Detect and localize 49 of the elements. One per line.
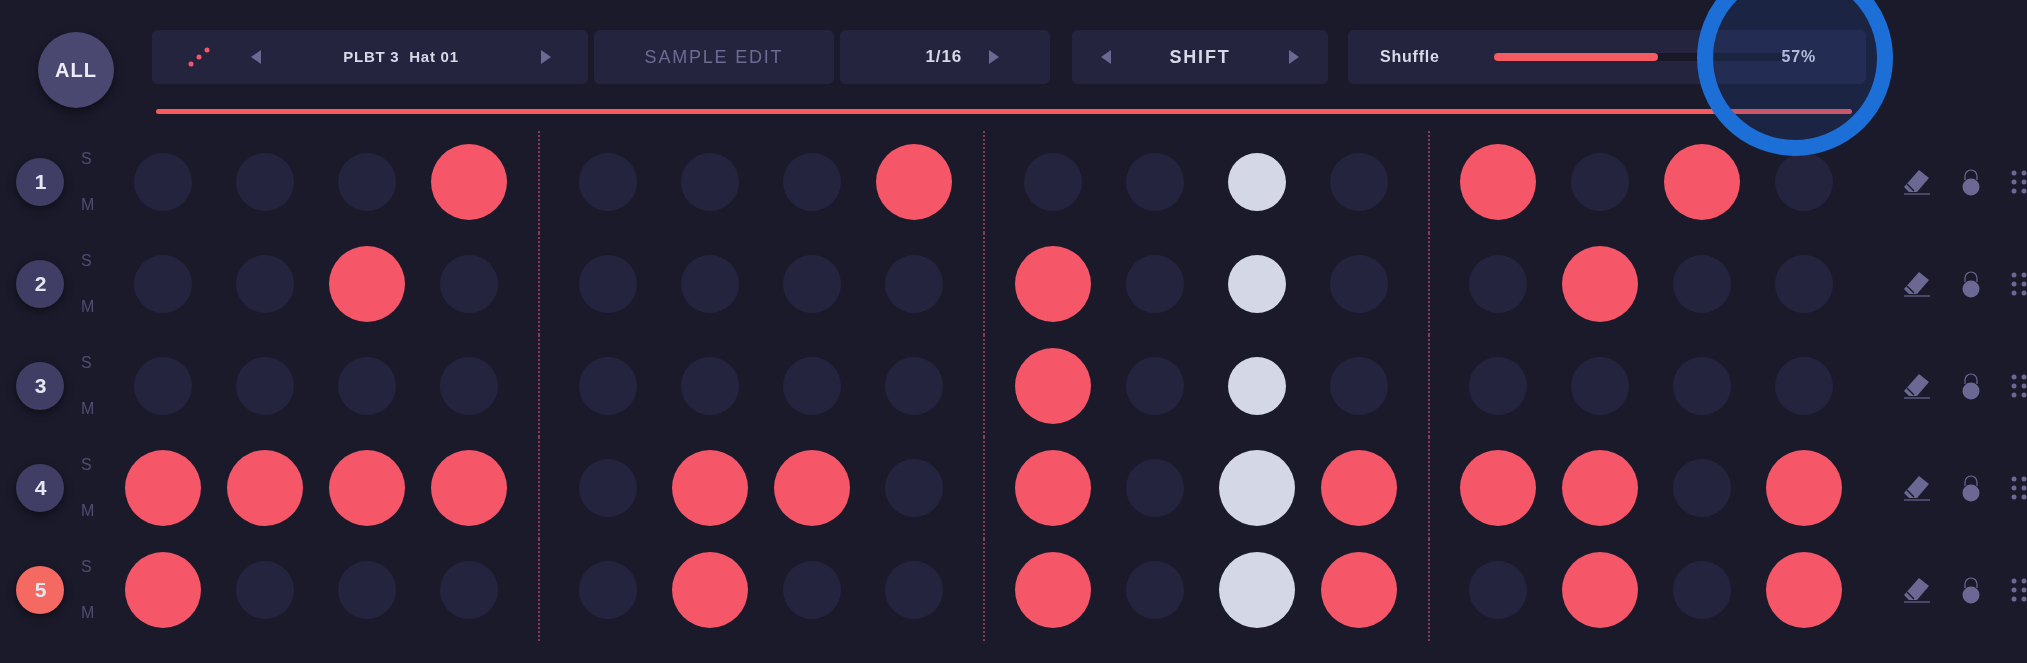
mute-button[interactable]: M [80,499,95,523]
eraser-icon[interactable] [1903,373,1931,399]
track-button[interactable]: 2 [16,260,65,308]
drag-handle-icon[interactable] [2011,578,2027,602]
lock-icon[interactable] [1961,474,1981,502]
right-arrow-icon[interactable] [1288,49,1300,65]
right-arrow-icon[interactable] [988,49,1000,65]
shuffle-slider[interactable] [1494,53,1782,61]
resolution-value: 1/16 [925,46,962,69]
solo-button[interactable]: S [80,453,92,477]
all-button[interactable]: ALL [38,32,114,108]
lock-icon[interactable] [1961,576,1981,604]
step-pad[interactable] [1228,153,1286,211]
lock-icon[interactable] [1961,270,1981,298]
eraser-icon[interactable] [1903,271,1931,297]
right-arrow-icon[interactable] [540,49,552,65]
track-button[interactable]: 5 [16,566,65,614]
left-arrow-icon[interactable] [1100,49,1112,65]
mute-button[interactable]: M [80,295,95,319]
eraser-icon[interactable] [1903,475,1931,501]
lock-icon[interactable] [1961,372,1981,400]
mute-button[interactable]: M [80,193,95,217]
eraser-icon[interactable] [1903,169,1931,195]
solo-button[interactable]: S [80,147,92,171]
drag-handle-icon[interactable] [2011,272,2027,296]
resolution-panel[interactable]: 1/16 [840,30,1050,84]
eraser-icon[interactable] [1903,577,1931,603]
track-button[interactable]: 4 [16,464,65,512]
step-pad[interactable] [1228,255,1286,313]
drag-handle-icon[interactable] [2011,476,2027,500]
solo-button[interactable]: S [80,351,92,375]
mode-value: SHIFT [1169,45,1231,69]
mute-button[interactable]: M [80,397,95,421]
solo-button[interactable]: S [80,249,92,273]
track-button[interactable]: 3 [16,362,65,410]
step-pad[interactable] [1228,357,1286,415]
lock-icon[interactable] [1961,168,1981,196]
shuffle-value: 57% [1781,47,1816,67]
dots-icon [188,47,210,67]
mode-panel[interactable]: SHIFT [1072,30,1328,84]
sample-edit-button[interactable]: SAMPLE EDIT [594,30,834,84]
mute-button[interactable]: M [80,601,95,625]
left-arrow-icon[interactable] [250,49,262,65]
preset-name: PLBT 3 Hat 01 [343,46,459,67]
shuffle-label: Shuffle [1380,47,1441,67]
track-button[interactable]: 1 [16,158,65,206]
solo-button[interactable]: S [80,555,92,579]
drag-handle-icon[interactable] [2011,170,2027,194]
drag-handle-icon[interactable] [2011,374,2027,398]
